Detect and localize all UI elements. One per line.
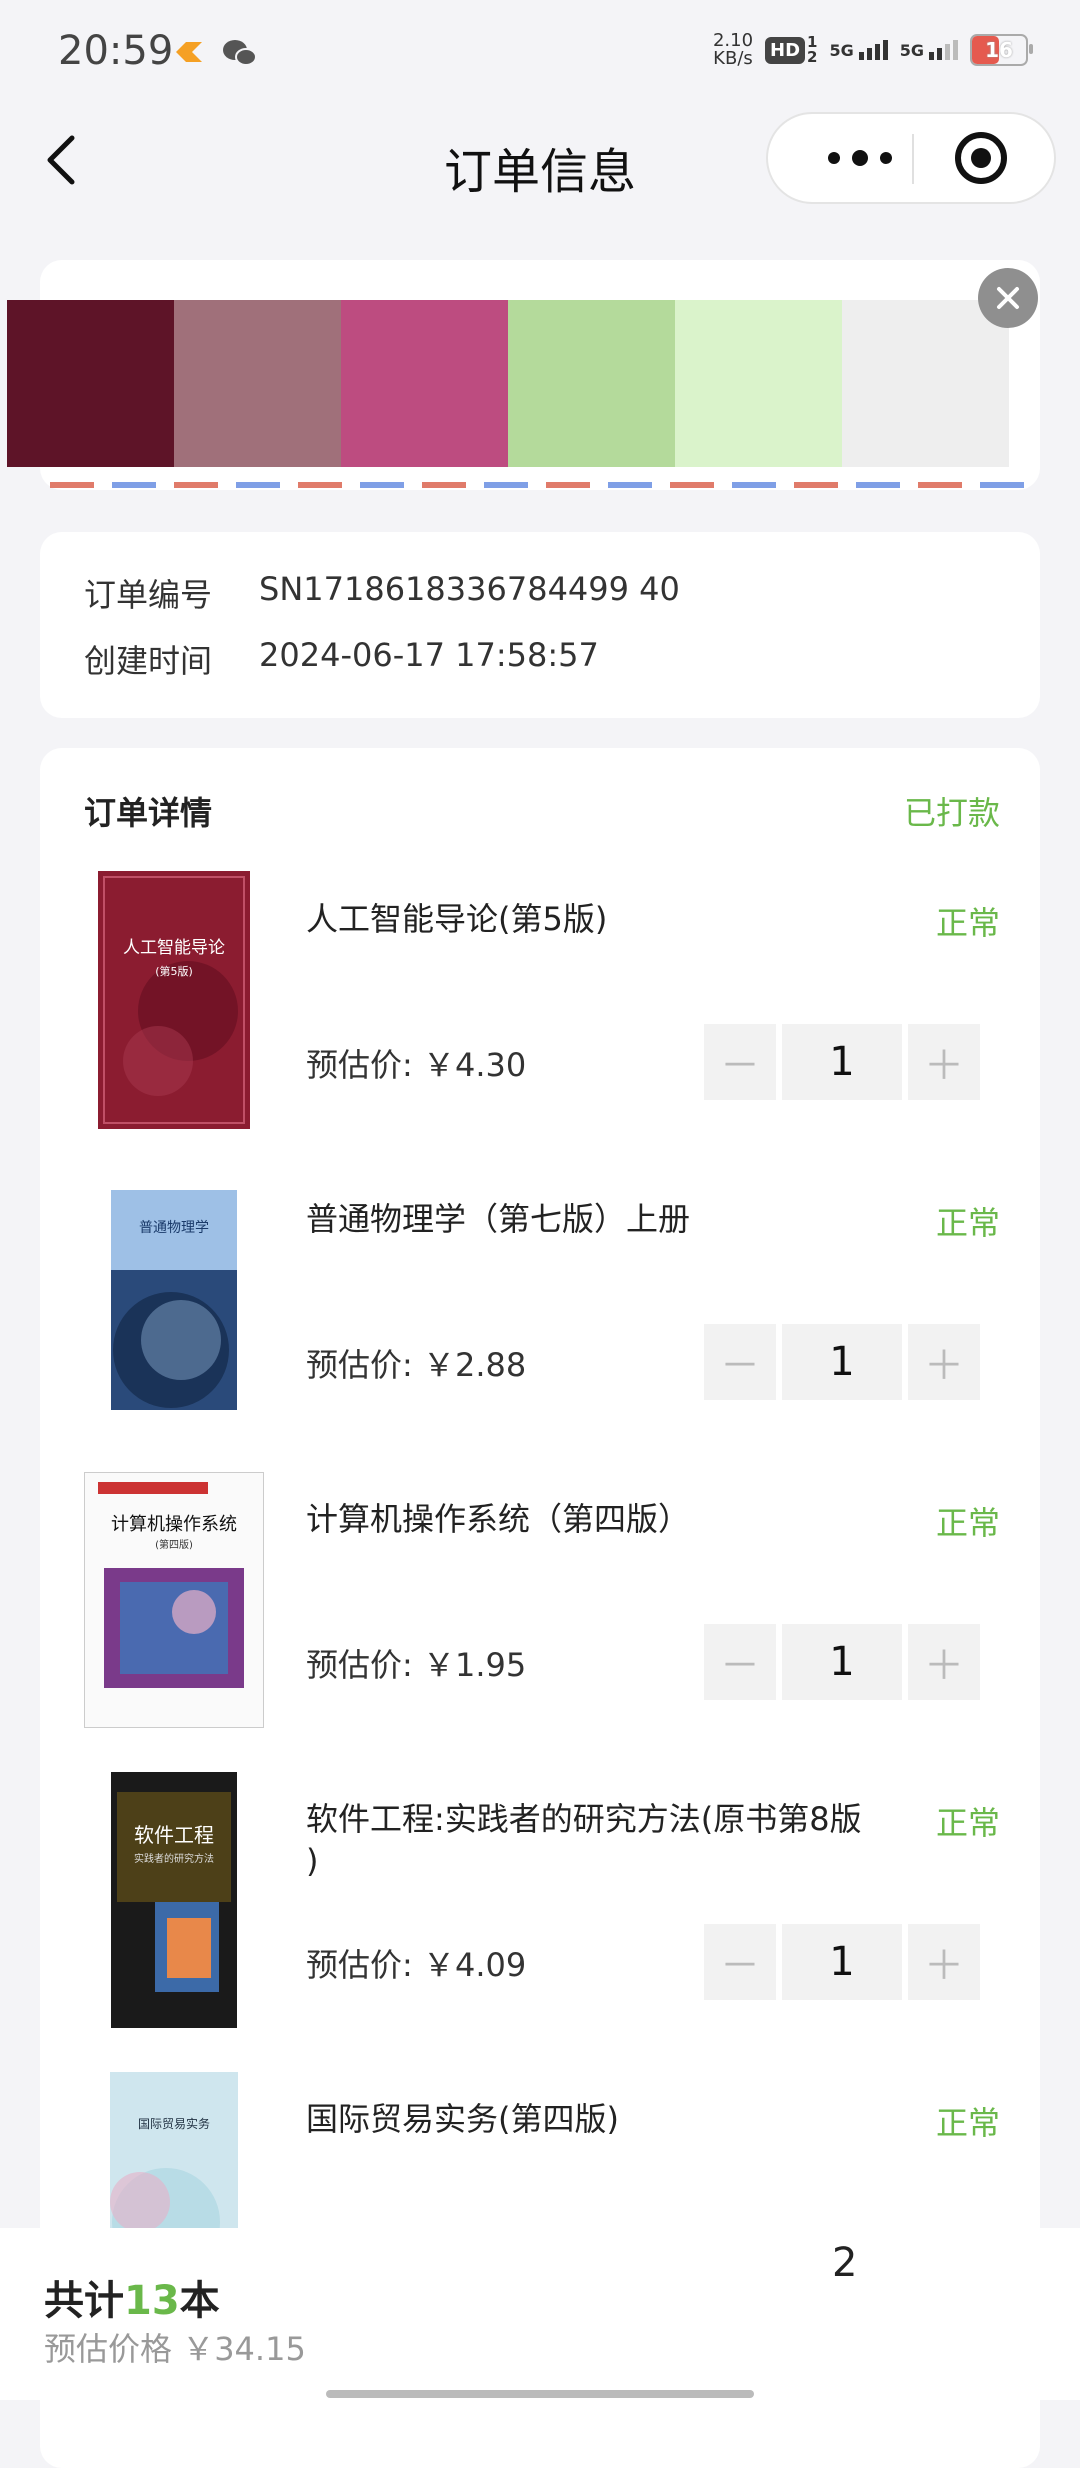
- more-dot-icon: [880, 152, 892, 164]
- quantity-stepper: － 1 ＋: [704, 1624, 980, 1700]
- quantity-value[interactable]: 1: [782, 1024, 902, 1100]
- item-status: 正常: [935, 2104, 1000, 2142]
- order-details-card: 订单详情 已打款 人工智能导论 (第5版) 人工智能导论(第5版) 正常 预估价…: [40, 748, 1040, 2468]
- book-name: 人工智能导论(第5版): [306, 900, 608, 938]
- page-number: 2: [832, 2240, 858, 2286]
- color-swatch: [7, 300, 174, 467]
- status-app-icons: [172, 38, 258, 68]
- order-info-card: 订单编号 SN1718618336784499 40 创建时间 2024-06-…: [40, 532, 1040, 718]
- status-indicators: 2.10 KB/s HD 1 2 5G 5G 16: [712, 30, 1033, 69]
- decrease-button[interactable]: －: [704, 1324, 776, 1400]
- status-time: 20:59: [58, 28, 174, 74]
- book-cover-image: 普通物理学: [84, 1170, 264, 1430]
- mini-program-capsule: [766, 112, 1056, 204]
- created-time-row: 创建时间 2024-06-17 17:58:57: [84, 636, 599, 682]
- estimated-price: 预估价: ￥1.95: [306, 1646, 527, 1684]
- quantity-value[interactable]: 1: [782, 1624, 902, 1700]
- airmail-border: [50, 482, 1030, 488]
- item-status: 正常: [935, 1204, 1000, 1242]
- decrease-button[interactable]: －: [704, 1624, 776, 1700]
- svg-text:(第5版): (第5版): [155, 964, 193, 978]
- increase-button[interactable]: ＋: [908, 1624, 980, 1700]
- quantity-value[interactable]: 1: [782, 1324, 902, 1400]
- decrease-button[interactable]: －: [704, 1024, 776, 1100]
- book-cover-art: 普通物理学: [111, 1190, 237, 1410]
- svg-text:(第四版): (第四版): [155, 1538, 193, 1551]
- color-swatches: [7, 300, 1009, 467]
- quantity-stepper: － 1 ＋: [704, 1324, 980, 1400]
- more-dot-icon: [828, 152, 840, 164]
- order-number-row: 订单编号 SN1718618336784499 40: [84, 570, 680, 616]
- item-status: 正常: [935, 1504, 1000, 1542]
- close-palette-button[interactable]: [978, 268, 1038, 328]
- estimated-price: 预估价: ￥4.30: [306, 1046, 527, 1084]
- color-palette-card: [7, 260, 1040, 490]
- nav-bar: 订单信息: [0, 110, 1080, 210]
- quantity-value[interactable]: 1: [782, 1924, 902, 2000]
- svg-text:国际贸易实务: 国际贸易实务: [138, 2116, 210, 2131]
- color-swatch: [842, 300, 1009, 467]
- estimated-price: 预估价: ￥2.88: [306, 1346, 527, 1384]
- list-item[interactable]: 计算机操作系统 (第四版) 计算机操作系统（第四版） 正常 预估价: ￥1.95…: [40, 1470, 1040, 1770]
- order-number-label: 订单编号: [84, 576, 213, 614]
- more-dot-icon: [852, 150, 868, 166]
- book-cover-image: 软件工程 实践者的研究方法: [84, 1770, 264, 2030]
- increase-button[interactable]: ＋: [908, 1324, 980, 1400]
- created-time-value: 2024-06-17 17:58:57: [259, 636, 599, 674]
- svg-text:计算机操作系统: 计算机操作系统: [111, 1514, 237, 1535]
- created-time-label: 创建时间: [84, 642, 213, 680]
- summary-bar: 共计13本 预估价格 ￥34.15 2: [0, 2228, 1080, 2400]
- book-cover-art: 软件工程 实践者的研究方法: [111, 1772, 237, 2028]
- book-name: 计算机操作系统（第四版）: [306, 1500, 691, 1538]
- quantity-stepper: － 1 ＋: [704, 1024, 980, 1100]
- list-item[interactable]: 软件工程 实践者的研究方法 软件工程:实践者的研究方法(原书第8版 ) 正常 预…: [40, 1770, 1040, 2070]
- item-status: 正常: [935, 904, 1000, 942]
- order-number-value: SN1718618336784499 40: [259, 570, 680, 608]
- book-name: 国际贸易实务(第四版): [306, 2100, 619, 2138]
- item-status: 正常: [935, 1804, 1000, 1842]
- book-cover-image: 计算机操作系统 (第四版): [84, 1470, 264, 1730]
- signal-icon: 5G: [829, 40, 888, 60]
- estimated-total: 预估价格 ￥34.15: [44, 2330, 306, 2368]
- decrease-button[interactable]: －: [704, 1924, 776, 2000]
- home-indicator[interactable]: [326, 2390, 754, 2398]
- color-swatch: [341, 300, 508, 467]
- details-title: 订单详情: [84, 794, 213, 832]
- net-speed: 2.10 KB/s: [712, 30, 754, 69]
- color-swatch: [675, 300, 842, 467]
- payment-status: 已打款: [903, 794, 1000, 832]
- hd-voice-icon: HD: [765, 36, 806, 64]
- close-program-icon[interactable]: [953, 130, 1009, 186]
- svg-text:普通物理学: 普通物理学: [139, 1220, 209, 1236]
- battery-icon: 16: [970, 34, 1033, 66]
- book-cover-art: 人工智能导论 (第5版): [98, 871, 250, 1129]
- status-bar: 20:59 2.10 KB/s HD 1 2 5G 5G 16: [0, 0, 1080, 110]
- svg-text:实践者的研究方法: 实践者的研究方法: [134, 1852, 214, 1865]
- svg-text:人工智能导论: 人工智能导论: [123, 938, 225, 958]
- more-button[interactable]: [806, 114, 914, 202]
- book-cover-art: 计算机操作系统 (第四版): [84, 1472, 264, 1728]
- signal-icon-2: 5G: [900, 40, 958, 60]
- book-name: 软件工程:实践者的研究方法(原书第8版 ): [306, 1800, 862, 1880]
- svg-text:软件工程: 软件工程: [134, 1823, 214, 1847]
- total-count: 共计13本: [44, 2278, 220, 2324]
- increase-button[interactable]: ＋: [908, 1024, 980, 1100]
- list-item[interactable]: 普通物理学 普通物理学（第七版）上册 正常 预估价: ￥2.88 － 1 ＋: [40, 1170, 1040, 1470]
- book-cover-image: 人工智能导论 (第5版): [84, 870, 264, 1130]
- color-swatch: [508, 300, 675, 467]
- book-name: 普通物理学（第七版）上册: [306, 1200, 691, 1238]
- close-icon: [997, 287, 1019, 309]
- estimated-price: 预估价: ￥4.09: [306, 1946, 527, 1984]
- capsule-divider: [912, 134, 914, 184]
- increase-button[interactable]: ＋: [908, 1924, 980, 2000]
- app-notification-icon: [176, 42, 202, 62]
- color-swatch: [174, 300, 341, 467]
- wechat-icon: [223, 40, 257, 66]
- list-item[interactable]: 人工智能导论 (第5版) 人工智能导论(第5版) 正常 预估价: ￥4.30 －…: [40, 870, 1040, 1170]
- quantity-stepper: － 1 ＋: [704, 1924, 980, 2000]
